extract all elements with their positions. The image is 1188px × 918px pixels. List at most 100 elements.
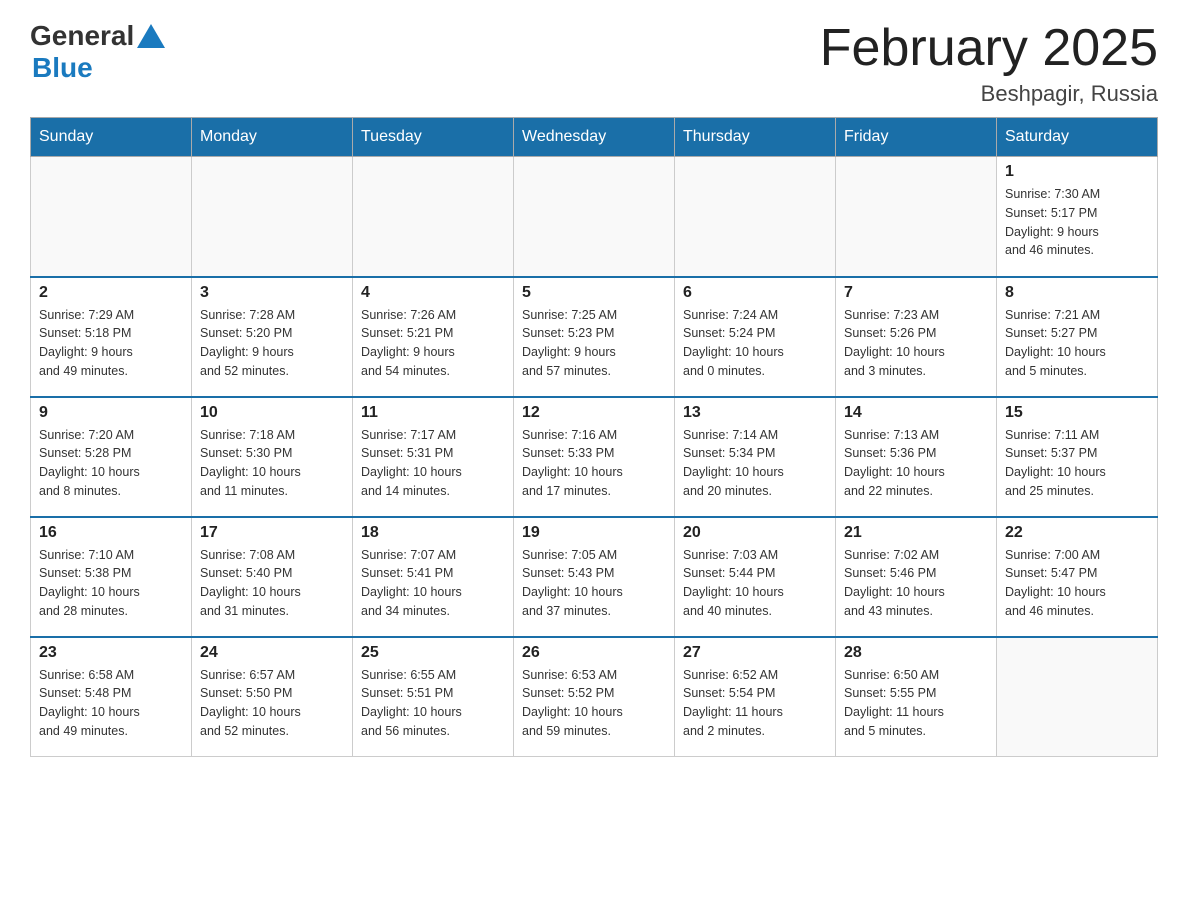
calendar-header-thursday: Thursday xyxy=(675,118,836,157)
day-number: 20 xyxy=(683,524,827,542)
day-info: Sunrise: 7:05 AMSunset: 5:43 PMDaylight:… xyxy=(522,546,666,621)
day-number: 2 xyxy=(39,284,183,302)
calendar-cell: 21Sunrise: 7:02 AMSunset: 5:46 PMDayligh… xyxy=(836,517,997,637)
day-number: 27 xyxy=(683,644,827,662)
calendar-cell: 1 Sunrise: 7:30 AMSunset: 5:17 PMDaylight… xyxy=(997,157,1158,277)
calendar-cell: 27 Sunrise: 6:52 AMSunset: 5:54 PMDayligh… xyxy=(675,637,836,757)
calendar-cell: 8 Sunrise: 7:21 AMSunset: 5:27 PMDaylight… xyxy=(997,277,1158,397)
calendar-cell: 24 Sunrise: 6:57 AMSunset: 5:50 PMDayligh… xyxy=(192,637,353,757)
calendar-cell: 25 Sunrise: 6:55 AMSunset: 5:51 PMDayligh… xyxy=(353,637,514,757)
day-number: 26 xyxy=(522,644,666,662)
calendar-cell xyxy=(353,157,514,277)
calendar-cell xyxy=(514,157,675,277)
day-number: 23 xyxy=(39,644,183,662)
day-number: 19 xyxy=(522,524,666,542)
day-info: Sunrise: 7:03 AMSunset: 5:44 PMDaylight:… xyxy=(683,546,827,621)
day-info: Sunrise: 7:11 AMSunset: 5:37 PMDaylight:… xyxy=(1005,426,1149,501)
day-info: Sunrise: 7:16 AMSunset: 5:33 PMDaylight:… xyxy=(522,426,666,501)
day-number: 18 xyxy=(361,524,505,542)
day-number: 17 xyxy=(200,524,344,542)
day-info: Sunrise: 7:25 AMSunset: 5:23 PMDaylight:… xyxy=(522,306,666,381)
day-number: 1 xyxy=(1005,163,1149,181)
day-number: 13 xyxy=(683,404,827,422)
day-info: Sunrise: 7:00 AMSunset: 5:47 PMDaylight:… xyxy=(1005,546,1149,621)
day-info: Sunrise: 7:14 AMSunset: 5:34 PMDaylight:… xyxy=(683,426,827,501)
calendar-header-sunday: Sunday xyxy=(31,118,192,157)
day-info: Sunrise: 6:57 AMSunset: 5:50 PMDaylight:… xyxy=(200,666,344,741)
calendar-cell xyxy=(31,157,192,277)
logo: General Blue xyxy=(30,20,165,84)
day-number: 10 xyxy=(200,404,344,422)
calendar-cell: 5Sunrise: 7:25 AMSunset: 5:23 PMDaylight… xyxy=(514,277,675,397)
day-info: Sunrise: 7:08 AMSunset: 5:40 PMDaylight:… xyxy=(200,546,344,621)
calendar-cell: 10 Sunrise: 7:18 AMSunset: 5:30 PMDayligh… xyxy=(192,397,353,517)
calendar-cell: 11 Sunrise: 7:17 AMSunset: 5:31 PMDayligh… xyxy=(353,397,514,517)
calendar-week-row: 1 Sunrise: 7:30 AMSunset: 5:17 PMDaylight… xyxy=(31,157,1158,277)
calendar-cell: 15 Sunrise: 7:11 AMSunset: 5:37 PMDayligh… xyxy=(997,397,1158,517)
day-info: Sunrise: 7:30 AMSunset: 5:17 PMDaylight:… xyxy=(1005,185,1149,260)
day-info: Sunrise: 7:26 AMSunset: 5:21 PMDaylight:… xyxy=(361,306,505,381)
day-number: 8 xyxy=(1005,284,1149,302)
day-info: Sunrise: 7:17 AMSunset: 5:31 PMDaylight:… xyxy=(361,426,505,501)
day-info: Sunrise: 6:55 AMSunset: 5:51 PMDaylight:… xyxy=(361,666,505,741)
day-number: 16 xyxy=(39,524,183,542)
calendar-cell: 16 Sunrise: 7:10 AMSunset: 5:38 PMDayligh… xyxy=(31,517,192,637)
calendar-cell xyxy=(997,637,1158,757)
calendar-header-monday: Monday xyxy=(192,118,353,157)
day-number: 12 xyxy=(522,404,666,422)
day-info: Sunrise: 7:07 AMSunset: 5:41 PMDaylight:… xyxy=(361,546,505,621)
calendar-week-row: 23 Sunrise: 6:58 AMSunset: 5:48 PMDayligh… xyxy=(31,637,1158,757)
day-info: Sunrise: 7:23 AMSunset: 5:26 PMDaylight:… xyxy=(844,306,988,381)
day-number: 7 xyxy=(844,284,988,302)
calendar-cell: 18 Sunrise: 7:07 AMSunset: 5:41 PMDayligh… xyxy=(353,517,514,637)
day-info: Sunrise: 7:18 AMSunset: 5:30 PMDaylight:… xyxy=(200,426,344,501)
day-info: Sunrise: 7:21 AMSunset: 5:27 PMDaylight:… xyxy=(1005,306,1149,381)
day-number: 11 xyxy=(361,404,505,422)
day-info: Sunrise: 6:50 AMSunset: 5:55 PMDaylight:… xyxy=(844,666,988,741)
calendar-header-tuesday: Tuesday xyxy=(353,118,514,157)
calendar-cell: 2Sunrise: 7:29 AMSunset: 5:18 PMDaylight… xyxy=(31,277,192,397)
day-number: 25 xyxy=(361,644,505,662)
day-info: Sunrise: 7:28 AMSunset: 5:20 PMDaylight:… xyxy=(200,306,344,381)
logo-triangle-icon xyxy=(137,24,165,48)
calendar-cell: 9 Sunrise: 7:20 AMSunset: 5:28 PMDaylight… xyxy=(31,397,192,517)
calendar-header-friday: Friday xyxy=(836,118,997,157)
calendar-cell: 17 Sunrise: 7:08 AMSunset: 5:40 PMDayligh… xyxy=(192,517,353,637)
day-info: Sunrise: 7:13 AMSunset: 5:36 PMDaylight:… xyxy=(844,426,988,501)
day-number: 22 xyxy=(1005,524,1149,542)
calendar-cell: 4 Sunrise: 7:26 AMSunset: 5:21 PMDaylight… xyxy=(353,277,514,397)
day-info: Sunrise: 7:24 AMSunset: 5:24 PMDaylight:… xyxy=(683,306,827,381)
calendar-cell: 22 Sunrise: 7:00 AMSunset: 5:47 PMDayligh… xyxy=(997,517,1158,637)
calendar-cell: 13 Sunrise: 7:14 AMSunset: 5:34 PMDayligh… xyxy=(675,397,836,517)
calendar-cell: 7 Sunrise: 7:23 AMSunset: 5:26 PMDaylight… xyxy=(836,277,997,397)
day-info: Sunrise: 6:58 AMSunset: 5:48 PMDaylight:… xyxy=(39,666,183,741)
day-info: Sunrise: 6:52 AMSunset: 5:54 PMDaylight:… xyxy=(683,666,827,741)
day-number: 28 xyxy=(844,644,988,662)
calendar-cell xyxy=(675,157,836,277)
day-number: 6 xyxy=(683,284,827,302)
day-info: Sunrise: 7:20 AMSunset: 5:28 PMDaylight:… xyxy=(39,426,183,501)
logo-blue-text: Blue xyxy=(32,52,93,84)
day-number: 21 xyxy=(844,524,988,542)
title-block: February 2025 Beshpagir, Russia xyxy=(820,20,1158,107)
page-header: General Blue February 2025 Beshpagir, Ru… xyxy=(30,20,1158,107)
calendar-cell: 28 Sunrise: 6:50 AMSunset: 5:55 PMDayligh… xyxy=(836,637,997,757)
day-number: 4 xyxy=(361,284,505,302)
calendar-cell: 20 Sunrise: 7:03 AMSunset: 5:44 PMDayligh… xyxy=(675,517,836,637)
calendar-cell: 26Sunrise: 6:53 AMSunset: 5:52 PMDayligh… xyxy=(514,637,675,757)
calendar-cell: 19 Sunrise: 7:05 AMSunset: 5:43 PMDayligh… xyxy=(514,517,675,637)
calendar-week-row: 9 Sunrise: 7:20 AMSunset: 5:28 PMDaylight… xyxy=(31,397,1158,517)
day-info: Sunrise: 7:10 AMSunset: 5:38 PMDaylight:… xyxy=(39,546,183,621)
day-number: 24 xyxy=(200,644,344,662)
day-number: 14 xyxy=(844,404,988,422)
day-number: 15 xyxy=(1005,404,1149,422)
calendar-cell xyxy=(836,157,997,277)
logo-general-text: General xyxy=(30,20,134,52)
calendar-cell: 3Sunrise: 7:28 AMSunset: 5:20 PMDaylight… xyxy=(192,277,353,397)
calendar-cell: 14 Sunrise: 7:13 AMSunset: 5:36 PMDayligh… xyxy=(836,397,997,517)
calendar-title: February 2025 xyxy=(820,20,1158,77)
day-number: 9 xyxy=(39,404,183,422)
calendar-header-row: SundayMondayTuesdayWednesdayThursdayFrid… xyxy=(31,118,1158,157)
calendar-table: SundayMondayTuesdayWednesdayThursdayFrid… xyxy=(30,117,1158,757)
calendar-cell: 23 Sunrise: 6:58 AMSunset: 5:48 PMDayligh… xyxy=(31,637,192,757)
